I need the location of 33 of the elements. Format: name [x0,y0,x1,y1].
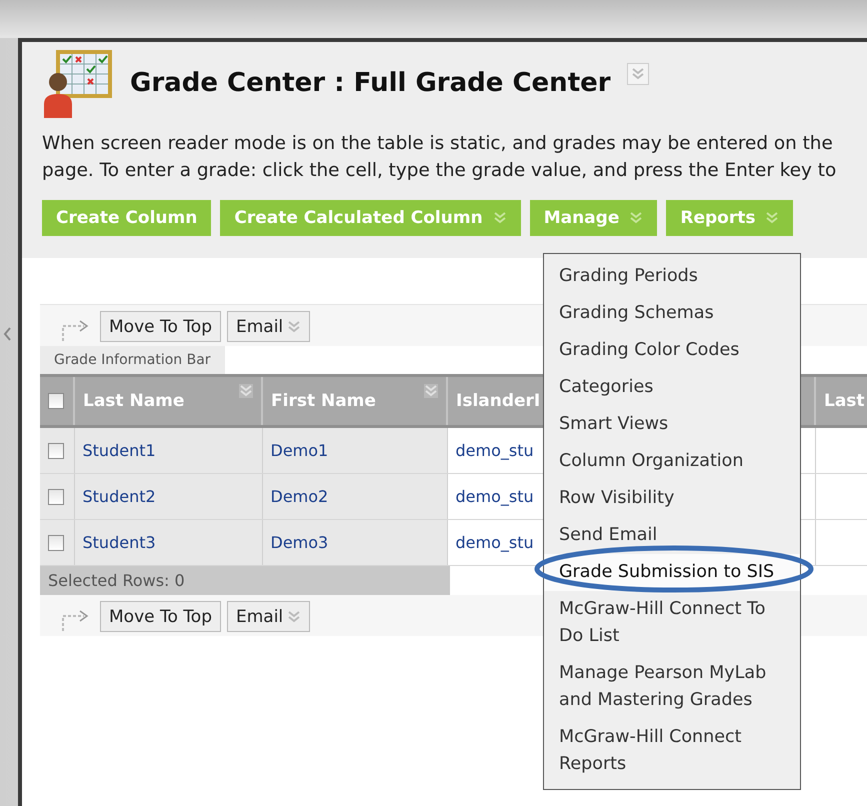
page-title: Grade Center : Full Grade Center [130,68,611,98]
table-cell[interactable]: Student1 [74,426,262,474]
menu-item[interactable]: Grading Color Codes [544,332,800,369]
menu-item[interactable]: Categories [544,369,800,406]
table-cell[interactable]: Student3 [74,520,262,566]
move-arrow-icon [60,320,90,342]
row-checkbox[interactable] [48,442,64,458]
selected-rows-bar: Selected Rows: 0 [40,566,450,595]
instructions-text: When screen reader mode is on the table is static, and grades may be entered on the page. To enter a grade: click the cell, type the grade value, and press the Enter key to [42,132,838,183]
menu-item[interactable]: McGraw-Hill Connect To Do List [544,591,800,655]
action-button[interactable]: Email [226,311,310,342]
table-cell[interactable]: Demo2 [262,474,447,520]
table-cell[interactable]: Student2 [74,474,262,520]
move-arrow-icon [60,610,90,632]
table-cell[interactable]: Demo3 [262,520,447,566]
menu-item[interactable]: Grading Schemas [544,295,800,332]
menu-item[interactable]: Column Organization [544,443,800,480]
info-bar-tab[interactable]: Grade Information Bar [40,346,225,374]
action-button[interactable]: Move To Top [100,601,221,632]
row-checkbox[interactable] [48,534,64,550]
menu-item[interactable]: Manage Pearson MyLab and Mastering Grades [544,655,800,719]
menu-item[interactable]: Smart Views [544,406,800,443]
menu-chevron-icon [630,67,645,81]
select-all-checkbox[interactable] [48,393,64,409]
action-button[interactable]: Move To Top [100,311,221,342]
menu-item[interactable]: Send Email [544,517,800,554]
menu-item[interactable]: Grading Periods [544,258,800,295]
menu-item[interactable]: Row Visibility [544,480,800,517]
row-checkbox[interactable] [48,488,64,504]
table-cell[interactable]: Demo1 [262,426,447,474]
collapse-icon[interactable] [2,326,12,342]
menu-item[interactable]: McGraw-Hill Connect Reports [544,719,800,783]
action-button[interactable]: Email [226,601,310,632]
